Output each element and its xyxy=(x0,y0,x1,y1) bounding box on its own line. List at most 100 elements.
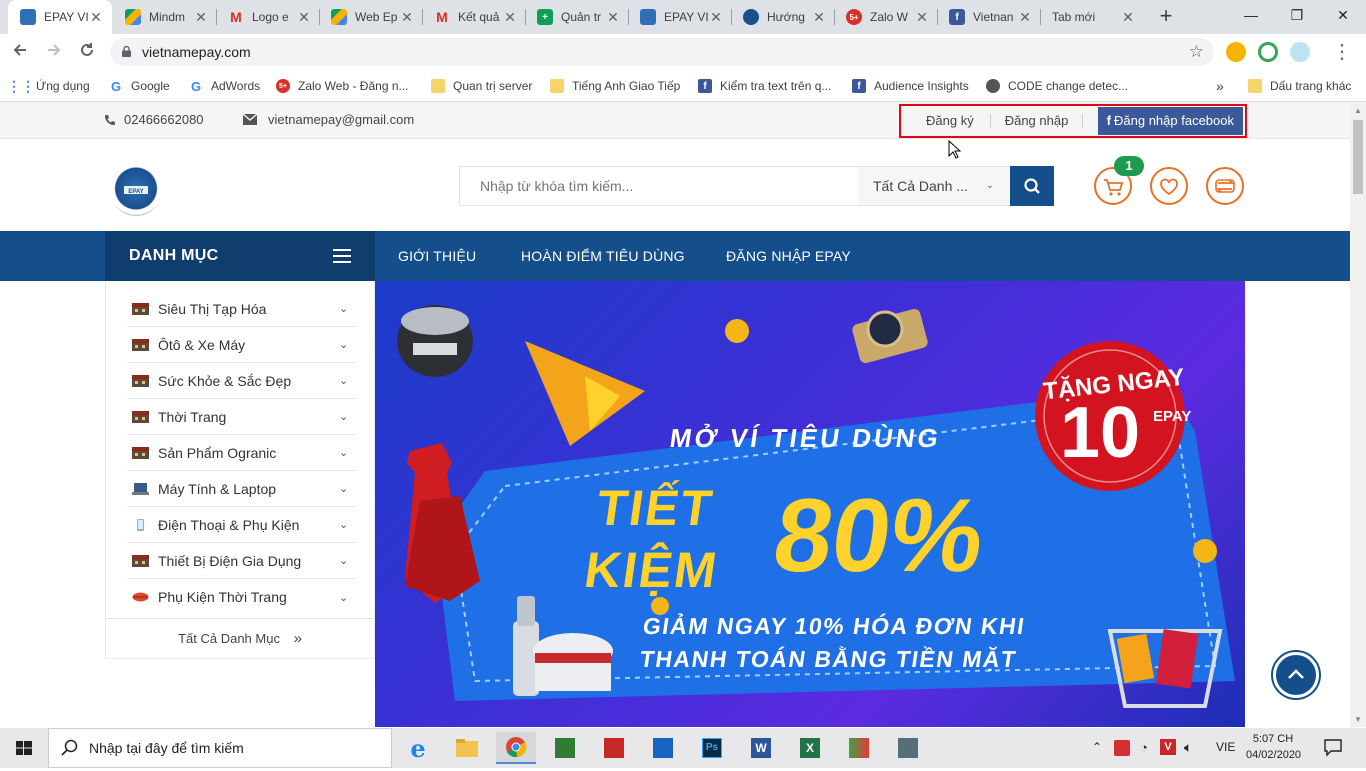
category-item[interactable]: Sức Khỏe & Sắc Đẹp ⌄ xyxy=(127,363,356,399)
close-icon[interactable]: ✕ xyxy=(914,9,930,25)
close-icon[interactable]: ✕ xyxy=(296,9,312,25)
tab-web-epay[interactable]: Web Ep ✕ xyxy=(319,0,423,34)
tray-app-icon[interactable] xyxy=(1114,740,1130,756)
search-button[interactable] xyxy=(1010,166,1054,206)
tab-title: Quản tr xyxy=(561,10,602,24)
login-link[interactable]: Đăng nhập xyxy=(991,114,1084,128)
close-icon[interactable]: ✕ xyxy=(399,9,415,25)
forward-button[interactable] xyxy=(42,40,66,64)
tab-epay-active[interactable]: EPAY VI ✕ xyxy=(8,0,112,34)
reload-button[interactable] xyxy=(75,40,99,64)
search-input[interactable] xyxy=(460,167,858,205)
category-menu-toggle[interactable]: DANH MỤC xyxy=(105,231,375,281)
close-icon[interactable]: ✕ xyxy=(811,9,827,25)
bookmark-star-icon[interactable]: ☆ xyxy=(1189,42,1204,62)
tab-vietnam-fb[interactable]: f Vietnan ✕ xyxy=(937,0,1041,34)
taskbar-clock[interactable]: 5:07 CH 04/02/2020 xyxy=(1246,731,1301,763)
back-to-top-button[interactable] xyxy=(1273,652,1319,698)
notification-button[interactable] xyxy=(1322,736,1344,758)
page-scrollbar[interactable]: ▲ ▼ xyxy=(1350,102,1366,727)
close-icon[interactable]: ✕ xyxy=(1017,9,1033,25)
tray-chevron-up-icon[interactable]: ⌃ xyxy=(1092,740,1102,754)
bookmark-audience-insights[interactable]: f Audience Insights xyxy=(852,76,969,96)
new-tab-button[interactable]: + xyxy=(1154,5,1178,29)
bookmark-other[interactable]: Dấu trang khác xyxy=(1248,76,1351,96)
close-icon[interactable]: ✕ xyxy=(88,9,104,25)
category-item[interactable]: Ôtô & Xe Máy ⌄ xyxy=(127,327,356,363)
category-item[interactable]: Siêu Thị Tạp Hóa ⌄ xyxy=(127,291,356,327)
extension-lotus-icon[interactable] xyxy=(1290,42,1310,62)
close-window-button[interactable]: ✕ xyxy=(1320,0,1366,30)
tab-new[interactable]: Tab mới ✕ xyxy=(1040,0,1144,34)
bookmark-google[interactable]: G Google xyxy=(109,76,170,96)
tab-epay-2[interactable]: EPAY VI ✕ xyxy=(628,0,732,34)
tab-ket-qua[interactable]: M Kết quả ✕ xyxy=(422,0,526,34)
bookmark-label: Quan trị server xyxy=(453,79,533,93)
close-icon[interactable]: ✕ xyxy=(708,9,724,25)
bookmark-kiem-tra-text[interactable]: f Kiểm tra text trên q... xyxy=(698,76,831,96)
tab-huong-dan[interactable]: Hướng ✕ xyxy=(731,0,835,34)
bookmark-apps[interactable]: ⋮⋮ Ứng dụng xyxy=(7,76,90,96)
bookmarks-overflow-button[interactable]: » xyxy=(1216,76,1224,96)
category-item[interactable]: Máy Tính & Laptop ⌄ xyxy=(127,471,356,507)
word-app[interactable]: W xyxy=(741,732,781,764)
bookmark-quan-tri-server[interactable]: Quan trị server xyxy=(431,76,532,96)
tab-zalo[interactable]: 5+ Zalo W ✕ xyxy=(834,0,938,34)
all-categories-link[interactable]: Tất Cả Danh Mục » xyxy=(106,618,374,658)
category-item[interactable]: Phụ Kiện Thời Trang ⌄ xyxy=(127,579,356,615)
bookmark-zalo[interactable]: 5+ Zalo Web - Đăng n... xyxy=(276,76,409,96)
nav-dang-nhap-epay[interactable]: ĐĂNG NHẬP EPAY xyxy=(726,231,851,281)
explorer-app[interactable] xyxy=(447,732,487,764)
tab-quan-tri[interactable]: + Quản tr ✕ xyxy=(525,0,629,34)
app-10[interactable] xyxy=(839,732,879,764)
excel-app[interactable]: X xyxy=(790,732,830,764)
nav-hoan-diem[interactable]: HOÀN ĐIỂM TIÊU DÙNG xyxy=(521,231,685,281)
taskbar-search[interactable]: Nhập tại đây để tìm kiếm xyxy=(48,728,392,768)
chrome-app[interactable] xyxy=(496,732,536,764)
register-link[interactable]: Đăng ký xyxy=(901,114,991,128)
wishlist-button[interactable] xyxy=(1150,167,1188,205)
tray-v-icon[interactable]: V xyxy=(1160,739,1176,755)
close-icon[interactable]: ✕ xyxy=(605,9,621,25)
app-11[interactable] xyxy=(888,732,928,764)
category-item[interactable]: Thời Trang ⌄ xyxy=(127,399,356,435)
app-6[interactable] xyxy=(643,732,683,764)
address-bar[interactable]: vietnamepay.com ☆ xyxy=(110,38,1214,66)
tab-logo-gmail[interactable]: M Logo e ✕ xyxy=(216,0,320,34)
menu-dots-icon[interactable]: ⋮ xyxy=(1330,40,1354,64)
bookmark-adwords[interactable]: G AdWords xyxy=(189,76,260,96)
extension-bird-icon[interactable] xyxy=(1226,42,1246,62)
close-icon[interactable]: ✕ xyxy=(502,9,518,25)
nav-gioi-thieu[interactable]: GIỚI THIỆU xyxy=(398,231,476,281)
category-select[interactable]: Tất Cả Danh ... ⌄ xyxy=(858,167,1010,205)
tab-mindmap[interactable]: Mindm ✕ xyxy=(113,0,217,34)
maximize-button[interactable]: ❐ xyxy=(1274,0,1320,30)
category-item[interactable]: Điện Thoại & Phụ Kiện ⌄ xyxy=(127,507,356,543)
volume-icon[interactable]: 🔈︎ xyxy=(1184,739,1192,756)
wifi-icon[interactable]: ◔ xyxy=(1140,740,1148,755)
bookmark-tieng-anh[interactable]: Tiếng Anh Giao Tiếp xyxy=(550,76,680,96)
back-button[interactable] xyxy=(8,40,32,64)
start-button[interactable] xyxy=(0,728,48,768)
photoshop-app[interactable]: Ps xyxy=(692,732,732,764)
zalo-icon: 5+ xyxy=(276,79,290,93)
scroll-down-icon[interactable]: ▼ xyxy=(1354,715,1362,724)
app-4[interactable] xyxy=(545,732,585,764)
close-icon[interactable]: ✕ xyxy=(1120,9,1136,25)
category-item[interactable]: Thiết Bị Điện Gia Dụng ⌄ xyxy=(127,543,356,579)
ie-app[interactable]: e xyxy=(398,732,438,764)
scroll-up-icon[interactable]: ▲ xyxy=(1354,106,1362,115)
promo-banner[interactable]: MỞ VÍ TIÊU DÙNG TIẾT KIỆM 80% GIẢM NGAY … xyxy=(375,281,1245,727)
extension-plus-icon[interactable] xyxy=(1258,42,1278,62)
category-item[interactable]: Sản Phẩm Ogranic ⌄ xyxy=(127,435,356,471)
facebook-login-button[interactable]: f Đăng nhập facebook xyxy=(1097,107,1243,135)
scrollbar-thumb[interactable] xyxy=(1353,120,1363,194)
bookmark-code-change[interactable]: CODE change detec... xyxy=(986,76,1128,96)
app-5[interactable] xyxy=(594,732,634,764)
site-logo[interactable]: EPAY xyxy=(111,166,161,216)
compare-button[interactable] xyxy=(1206,167,1244,205)
minimize-button[interactable]: — xyxy=(1228,0,1274,30)
close-icon[interactable]: ✕ xyxy=(193,9,209,25)
input-language[interactable]: VIE xyxy=(1216,740,1235,754)
banner-headline-1: MỞ VÍ TIÊU DÙNG xyxy=(667,423,944,453)
